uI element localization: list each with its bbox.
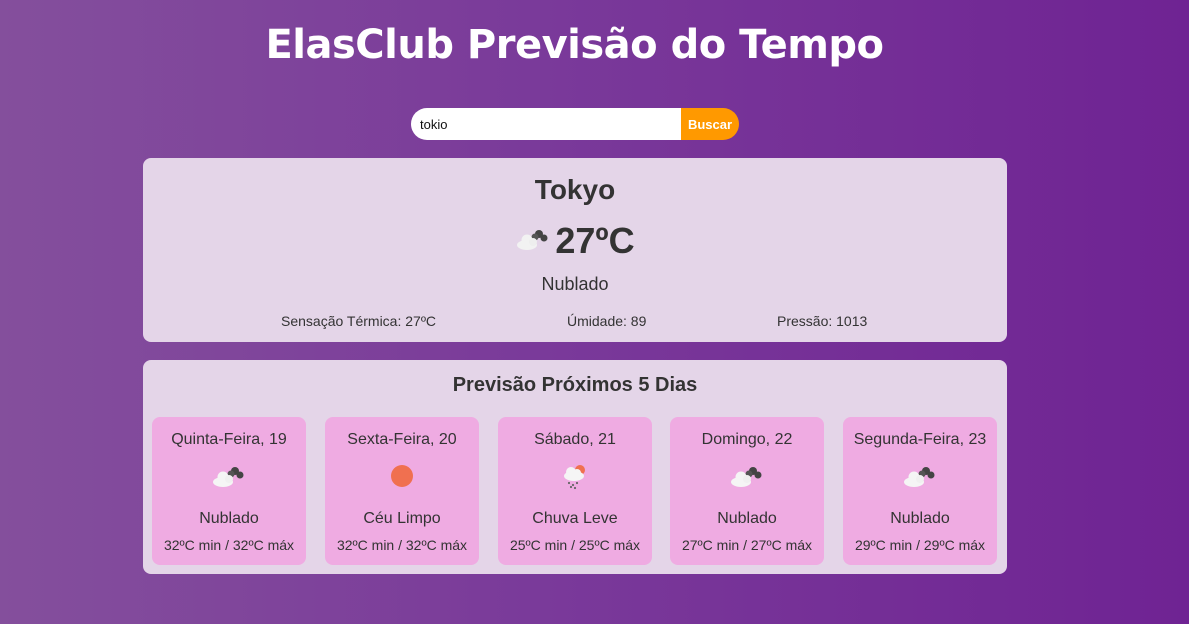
day-description: Chuva Leve [532, 510, 618, 527]
forecast-card: Previsão Próximos 5 Dias Quinta-Feira, 1… [143, 360, 1007, 574]
day-description: Nublado [890, 510, 950, 527]
cloud-icon [731, 467, 762, 487]
forecast-day: Sábado, 21 Chuva Leve 25ºC min / 25ºC má… [498, 417, 652, 565]
day-name: Domingo, 22 [701, 431, 793, 448]
feels-like: Sensação Térmica: 27ºC [281, 313, 437, 329]
sun-icon [391, 465, 413, 487]
cloud-icon [904, 467, 935, 487]
forecast-day: Domingo, 22 Nublado 27ºC min / 27ºC máx [670, 417, 824, 565]
forecast-title: Previsão Próximos 5 Dias [452, 374, 698, 396]
current-description: Nublado [541, 274, 609, 294]
day-name: Segunda-Feira, 23 [853, 431, 987, 448]
forecast-day: Sexta-Feira, 20 Céu Limpo 32ºC min / 32º… [325, 417, 479, 565]
day-temperatures: 32ºC min / 32ºC máx [163, 537, 295, 553]
day-temperatures: 25ºC min / 25ºC máx [509, 537, 641, 553]
city-name: Tokyo [534, 174, 616, 205]
search-button[interactable]: Buscar [681, 108, 739, 140]
day-description: Céu Limpo [363, 510, 441, 527]
cloud-icon [213, 467, 244, 487]
forecast-day: Segunda-Feira, 23 Nublado 29ºC min / 29º… [843, 417, 997, 565]
day-temperatures: 32ºC min / 32ºC máx [336, 537, 468, 553]
pressure: Pressão: 1013 [777, 313, 868, 329]
page-title: ElasClub Previsão do Tempo [265, 22, 884, 68]
day-name: Quinta-Feira, 19 [171, 431, 287, 448]
day-description: Nublado [717, 510, 777, 527]
search-bar: Buscar [411, 108, 739, 140]
forecast-day: Quinta-Feira, 19 Nublado 32ºC min / 32ºC… [152, 417, 306, 565]
humidity: Úmidade: 89 [567, 313, 647, 329]
rain-icon [564, 465, 585, 490]
day-description: Nublado [199, 510, 259, 527]
city-search-input[interactable] [411, 108, 681, 140]
day-temperatures: 29ºC min / 29ºC máx [854, 537, 986, 553]
day-name: Sábado, 21 [534, 431, 616, 448]
current-temperature-row: 27ºC [143, 220, 1007, 262]
current-temperature: 27ºC [555, 220, 635, 261]
cloud-icon [515, 224, 551, 259]
day-name: Sexta-Feira, 20 [347, 431, 457, 448]
current-weather-card: Tokyo 27ºC Nublado Sensação Térmica: 27º… [143, 158, 1007, 342]
day-temperatures: 27ºC min / 27ºC máx [681, 537, 813, 553]
